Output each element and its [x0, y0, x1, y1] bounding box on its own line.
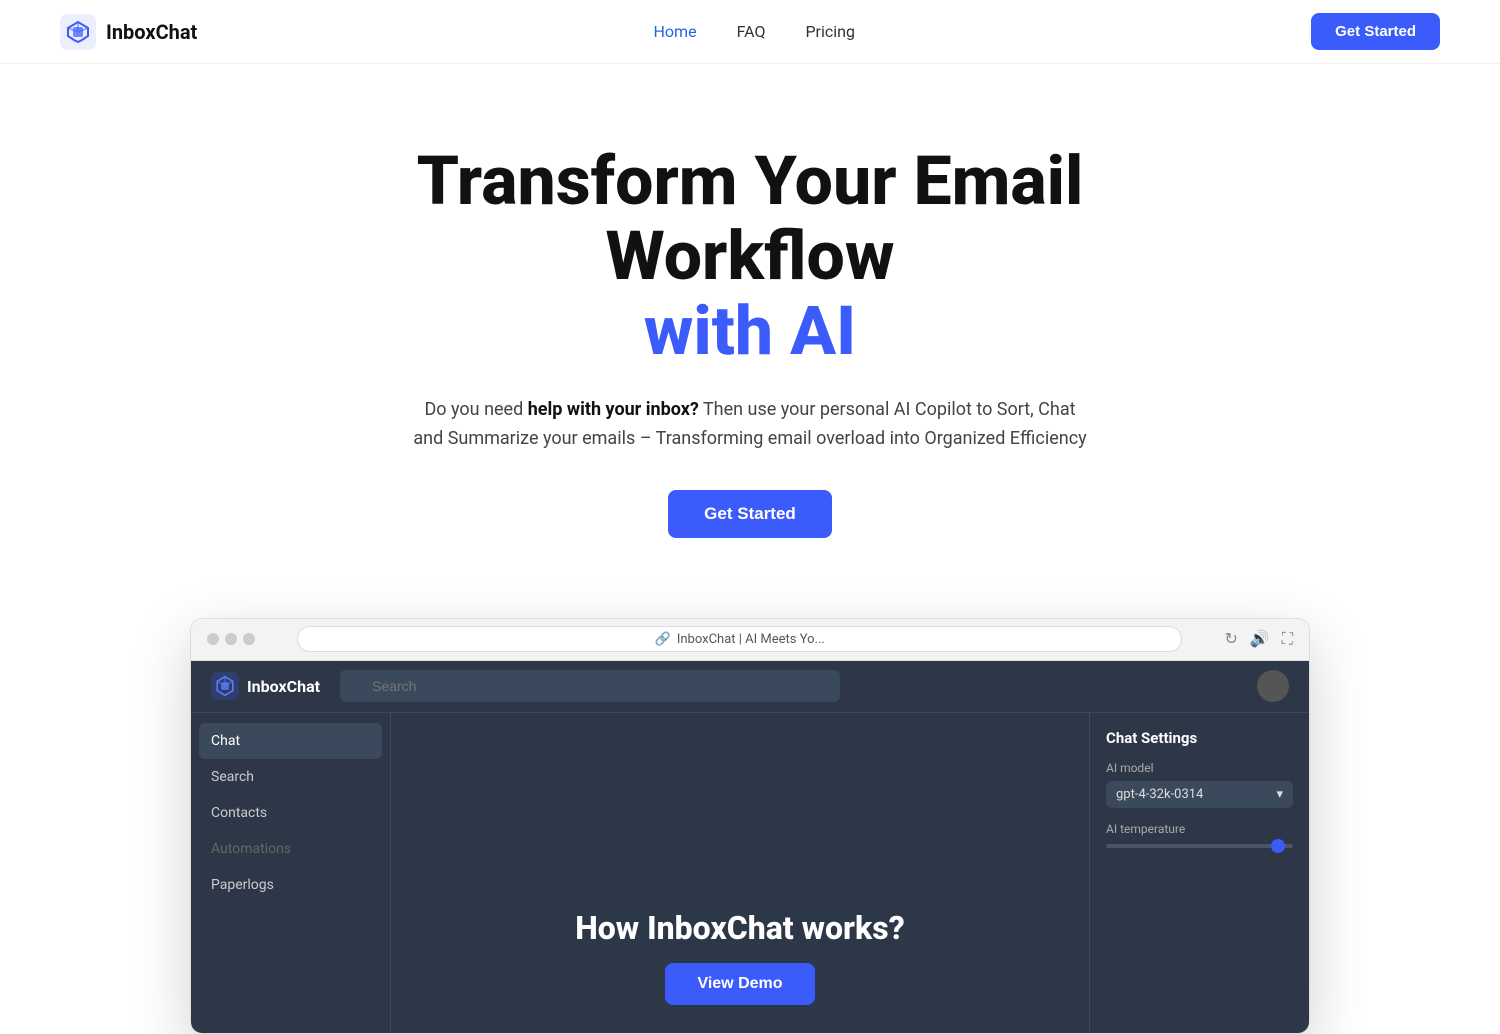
- logo-link[interactable]: InboxChat: [60, 14, 197, 50]
- app-main: How InboxChat works? View Demo: [391, 713, 1089, 1033]
- ai-model-label: AI model: [1106, 761, 1293, 775]
- audio-icon: 🔊: [1250, 629, 1270, 649]
- app-body: Chat Search Contacts Automations Paperlo…: [191, 713, 1309, 1033]
- app-logo: InboxChat: [211, 672, 320, 700]
- hero-subtitle-prefix: Do you need: [424, 399, 527, 420]
- browser-dots: [207, 633, 255, 645]
- chevron-down-icon: ▾: [1276, 787, 1283, 802]
- hero-title-line2: with AI: [644, 291, 857, 371]
- dot-yellow: [225, 633, 237, 645]
- how-section-overlay: How InboxChat works? View Demo: [391, 881, 1089, 1033]
- browser-mockup: 🔗 InboxChat | AI Meets Yo... ↻ 🔊 ⛶ Inbox…: [170, 618, 1330, 1034]
- sidebar-item-contacts[interactable]: Contacts: [191, 795, 390, 831]
- sidebar-item-automations: Automations: [191, 831, 390, 867]
- hero-get-started-button[interactable]: Get Started: [668, 490, 832, 538]
- settings-title: Chat Settings: [1106, 729, 1293, 747]
- browser-url-text: InboxChat | AI Meets Yo...: [677, 632, 825, 647]
- app-search-wrap: 🔍: [340, 670, 840, 702]
- navigation: InboxChat Home FAQ Pricing Get Started: [0, 0, 1500, 64]
- view-demo-button[interactable]: View Demo: [665, 963, 814, 1005]
- app-sidebar: Chat Search Contacts Automations Paperlo…: [191, 713, 391, 1033]
- sidebar-item-chat[interactable]: Chat: [199, 723, 382, 759]
- browser-bar: 🔗 InboxChat | AI Meets Yo... ↻ 🔊 ⛶: [191, 619, 1309, 661]
- browser-url-bar[interactable]: 🔗 InboxChat | AI Meets Yo...: [297, 626, 1182, 652]
- hero-title-line1: Transform Your Email Workflow: [417, 141, 1084, 296]
- nav-get-started-button[interactable]: Get Started: [1311, 13, 1440, 50]
- dot-green: [243, 633, 255, 645]
- logo-icon: [60, 14, 96, 50]
- browser-frame: 🔗 InboxChat | AI Meets Yo... ↻ 🔊 ⛶ Inbox…: [190, 618, 1310, 1034]
- how-section-title: How InboxChat works?: [575, 909, 905, 947]
- fullscreen-icon[interactable]: ⛶: [1282, 629, 1293, 649]
- sidebar-item-search[interactable]: Search: [191, 759, 390, 795]
- link-icon: 🔗: [655, 632, 671, 647]
- app-settings-panel: Chat Settings AI model gpt-4-32k-0314 ▾ …: [1089, 713, 1309, 1033]
- hero-section: Transform Your Email Workflow with AI Do…: [0, 64, 1500, 578]
- ai-model-select[interactable]: gpt-4-32k-0314 ▾: [1106, 781, 1293, 808]
- nav-faq[interactable]: FAQ: [737, 22, 766, 41]
- app-search-input[interactable]: [340, 670, 840, 702]
- hero-title: Transform Your Email Workflow with AI: [300, 144, 1200, 368]
- reload-icon[interactable]: ↻: [1224, 629, 1237, 649]
- hero-cta-area: Get Started: [20, 490, 1480, 538]
- nav-links: Home FAQ Pricing: [654, 22, 855, 41]
- logo-text: InboxChat: [106, 20, 197, 44]
- app-logo-text: InboxChat: [247, 677, 320, 696]
- hero-subtitle: Do you need help with your inbox? Then u…: [410, 396, 1090, 454]
- nav-home[interactable]: Home: [654, 22, 697, 41]
- ai-model-value: gpt-4-32k-0314: [1116, 787, 1203, 802]
- slider-thumb: [1271, 839, 1285, 853]
- sidebar-item-paperlogs[interactable]: Paperlogs: [191, 867, 390, 903]
- slider-track[interactable]: [1106, 844, 1293, 848]
- avatar: [1257, 670, 1289, 702]
- app-header: InboxChat 🔍: [191, 661, 1309, 713]
- nav-pricing[interactable]: Pricing: [805, 22, 855, 41]
- dot-red: [207, 633, 219, 645]
- ai-temp-slider-wrap: [1106, 844, 1293, 848]
- browser-actions: ↻ 🔊 ⛶: [1224, 629, 1293, 649]
- hero-subtitle-bold: help with your inbox?: [528, 399, 699, 420]
- app-logo-icon: [211, 672, 239, 700]
- ai-temp-label: AI temperature: [1106, 822, 1293, 836]
